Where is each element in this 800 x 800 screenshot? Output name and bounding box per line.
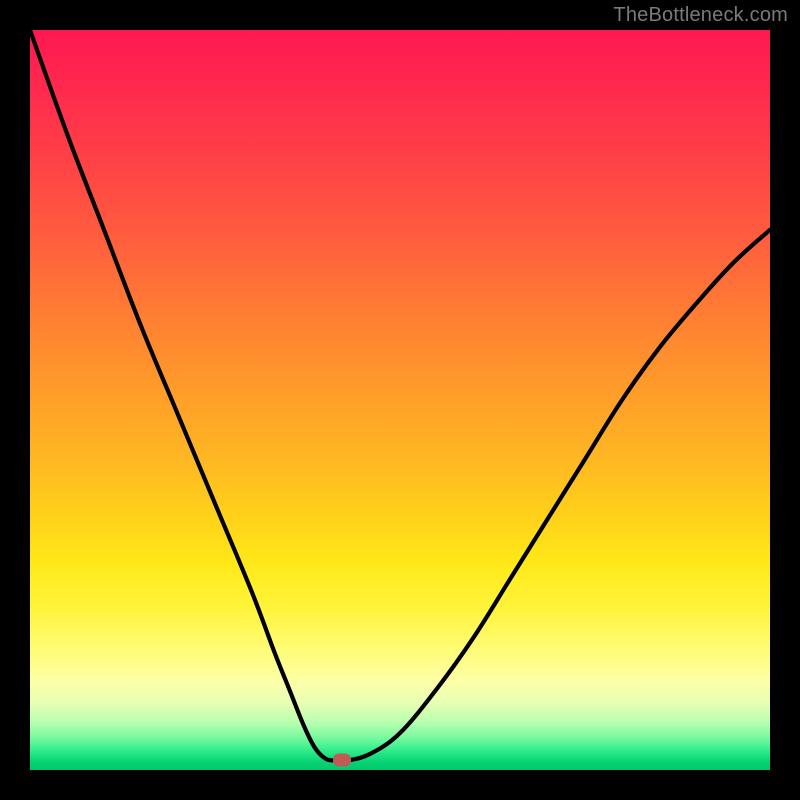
optimal-point-marker [333,754,351,767]
chart-frame: TheBottleneck.com [0,0,800,800]
bottleneck-curve-path [30,30,770,761]
curve-svg [30,30,770,770]
plot-area [30,30,770,770]
watermark-text: TheBottleneck.com [613,4,788,27]
